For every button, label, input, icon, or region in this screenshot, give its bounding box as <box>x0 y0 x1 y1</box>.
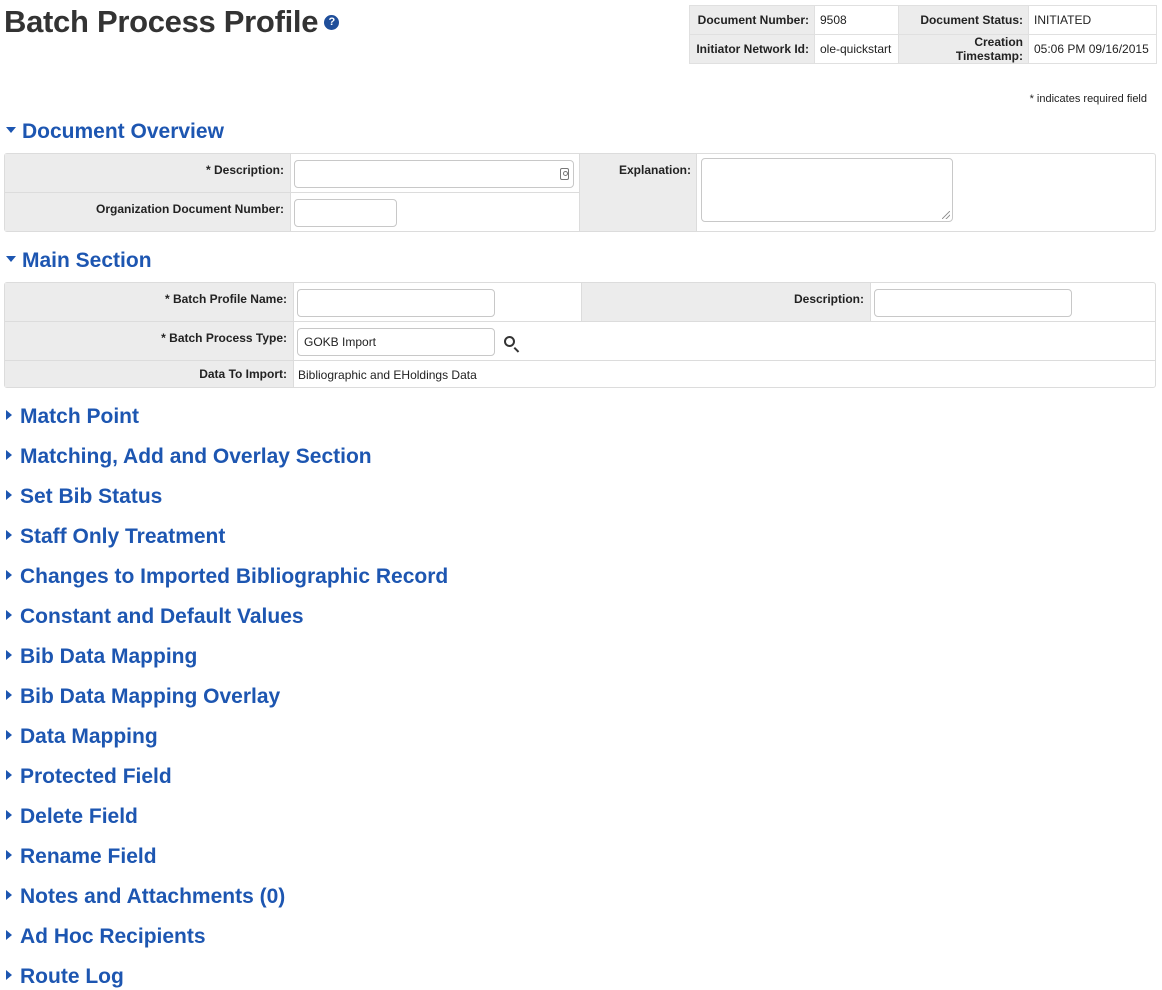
page-title: Batch Process Profile? <box>4 4 340 40</box>
section-data-mapping[interactable]: Data Mapping <box>6 725 158 749</box>
batch-profile-name-label: * Batch Profile Name: <box>5 283 293 321</box>
section-label: Staff Only Treatment <box>20 525 226 548</box>
section-label: Constant and Default Values <box>20 605 304 628</box>
magnifier-icon[interactable] <box>504 336 515 347</box>
triangle-right-icon <box>6 410 12 421</box>
creation-timestamp-value: 05:06 PM 09/16/2015 <box>1028 34 1157 64</box>
triangle-down-icon <box>6 256 16 263</box>
page-title-text: Batch Process Profile <box>4 4 319 39</box>
resize-handle-icon[interactable] <box>942 211 950 219</box>
document-status-label: Document Status: <box>898 5 1029 35</box>
required-field-note: * indicates required field <box>1029 93 1147 105</box>
triangle-right-icon <box>6 970 12 981</box>
triangle-right-icon <box>6 650 12 661</box>
org-doc-number-label: Organization Document Number: <box>5 193 290 231</box>
triangle-right-icon <box>6 890 12 901</box>
section-matching-add-overlay[interactable]: Matching, Add and Overlay Section <box>6 445 372 469</box>
section-delete-field[interactable]: Delete Field <box>6 805 138 829</box>
data-to-import-value: Bibliographic and EHoldings Data <box>298 368 477 382</box>
contact-card-icon <box>560 168 569 180</box>
description-label: * Description: <box>5 154 290 192</box>
batch-process-type-input-value: GOKB Import <box>304 335 377 349</box>
triangle-right-icon <box>6 730 12 741</box>
org-doc-number-input[interactable] <box>294 199 397 227</box>
document-status-value: INITIATED <box>1028 5 1157 35</box>
section-label: Ad Hoc Recipients <box>20 925 206 948</box>
document-info-table: Document Number: 9508 Document Status: I… <box>689 5 1157 64</box>
triangle-right-icon <box>6 690 12 701</box>
section-staff-only-treatment[interactable]: Staff Only Treatment <box>6 525 225 549</box>
triangle-right-icon <box>6 610 12 621</box>
help-icon[interactable]: ? <box>324 15 340 31</box>
main-description-input[interactable] <box>874 289 1072 317</box>
triangle-down-icon <box>6 127 16 134</box>
section-route-log[interactable]: Route Log <box>6 965 124 989</box>
explanation-textarea[interactable] <box>701 158 953 222</box>
section-set-bib-status[interactable]: Set Bib Status <box>6 485 162 509</box>
initiator-value: ole-quickstart <box>814 34 899 64</box>
section-ad-hoc-recipients[interactable]: Ad Hoc Recipients <box>6 925 206 949</box>
section-constant-default-values[interactable]: Constant and Default Values <box>6 605 304 629</box>
section-main-label: Main Section <box>22 249 152 272</box>
section-label: Bib Data Mapping Overlay <box>20 685 281 708</box>
triangle-right-icon <box>6 450 12 461</box>
document-overview-panel: * Description: Organization Document Num… <box>4 153 1156 232</box>
section-label: Rename Field <box>20 845 157 868</box>
main-description-label: Description: <box>582 283 870 321</box>
batch-process-type-label: * Batch Process Type: <box>5 322 293 360</box>
section-label: Route Log <box>20 965 124 988</box>
main-section-panel: * Batch Profile Name: Description: * Bat… <box>4 282 1156 388</box>
triangle-right-icon <box>6 570 12 581</box>
triangle-right-icon <box>6 490 12 501</box>
section-rename-field[interactable]: Rename Field <box>6 845 157 869</box>
triangle-right-icon <box>6 810 12 821</box>
batch-process-type-input[interactable]: GOKB Import <box>297 328 495 356</box>
section-match-point[interactable]: Match Point <box>6 405 139 429</box>
section-bib-data-mapping[interactable]: Bib Data Mapping <box>6 645 197 669</box>
section-changes-to-imported-bib[interactable]: Changes to Imported Bibliographic Record <box>6 565 448 589</box>
section-label: Notes and Attachments (0) <box>20 885 286 908</box>
description-input[interactable] <box>294 160 574 188</box>
data-to-import-label: Data To Import: <box>5 361 293 387</box>
document-number-value: 9508 <box>814 5 899 35</box>
triangle-right-icon <box>6 930 12 941</box>
creation-timestamp-label: Creation Timestamp: <box>898 34 1029 64</box>
section-label: Changes to Imported Bibliographic Record <box>20 565 449 588</box>
section-label: Protected Field <box>20 765 172 788</box>
explanation-label: Explanation: <box>580 154 697 231</box>
section-label: Bib Data Mapping <box>20 645 198 668</box>
triangle-right-icon <box>6 530 12 541</box>
triangle-right-icon <box>6 850 12 861</box>
initiator-label: Initiator Network Id: <box>689 34 815 64</box>
section-protected-field[interactable]: Protected Field <box>6 765 172 789</box>
section-label: Matching, Add and Overlay Section <box>20 445 372 468</box>
section-label: Set Bib Status <box>20 485 163 508</box>
section-bib-data-mapping-overlay[interactable]: Bib Data Mapping Overlay <box>6 685 280 709</box>
batch-profile-name-input[interactable] <box>297 289 495 317</box>
section-document-overview-label: Document Overview <box>22 120 224 143</box>
section-document-overview[interactable]: Document Overview <box>6 120 224 144</box>
section-main[interactable]: Main Section <box>6 249 152 273</box>
section-notes-attachments[interactable]: Notes and Attachments (0) <box>6 885 285 909</box>
section-label: Match Point <box>20 405 139 428</box>
triangle-right-icon <box>6 770 12 781</box>
document-number-label: Document Number: <box>689 5 815 35</box>
section-label: Data Mapping <box>20 725 158 748</box>
section-label: Delete Field <box>20 805 138 828</box>
